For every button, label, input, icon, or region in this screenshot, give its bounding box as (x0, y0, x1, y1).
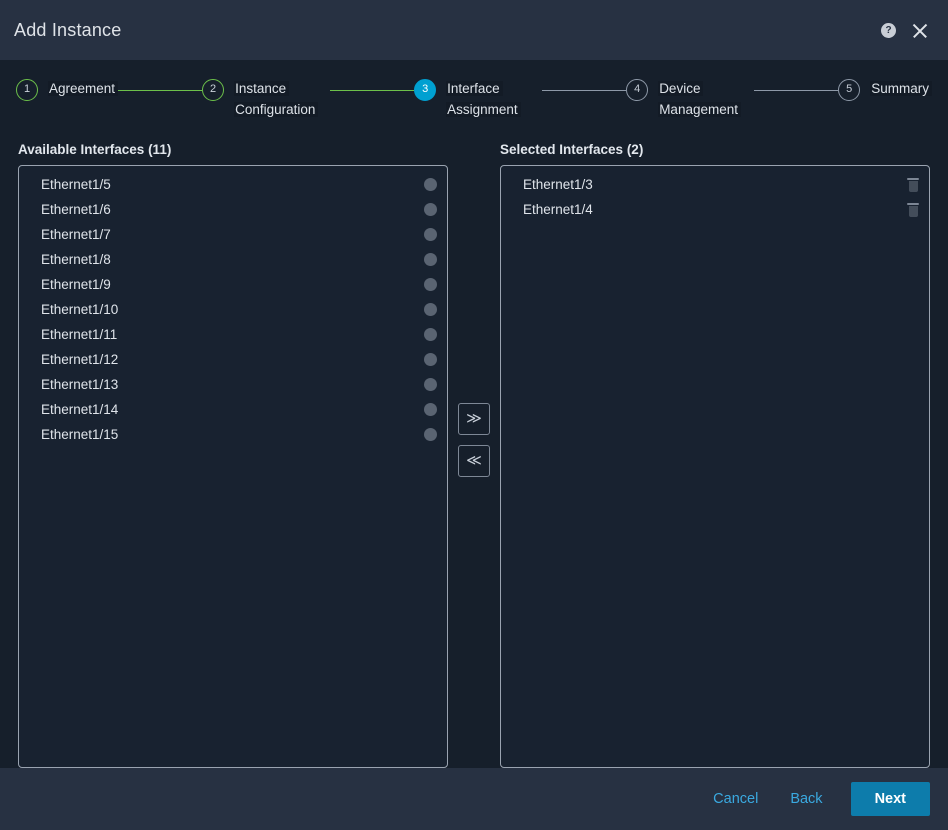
select-dot-icon[interactable] (424, 328, 437, 341)
select-dot-icon[interactable] (424, 178, 437, 191)
interface-assignment-content: Available Interfaces (11) Ethernet1/5 Eth… (0, 130, 948, 768)
interface-name: Ethernet1/15 (41, 427, 119, 442)
select-dot-icon[interactable] (424, 303, 437, 316)
selected-interfaces-title: Selected Interfaces (2) (500, 142, 644, 157)
selected-interfaces-panel: Selected Interfaces (2) Ethernet1/3 Ether… (500, 142, 930, 768)
select-dot-icon[interactable] (424, 378, 437, 391)
available-interfaces-list[interactable]: Ethernet1/5 Ethernet1/6 Ethernet1/7 Etherne… (18, 165, 448, 768)
select-dot-icon[interactable] (424, 428, 437, 441)
available-interface-row[interactable]: Ethernet1/14 (19, 397, 447, 422)
interface-name: Ethernet1/13 (41, 377, 119, 392)
interface-name: Ethernet1/6 (41, 202, 111, 217)
titlebar-actions: ? (881, 20, 930, 40)
interface-name: Ethernet1/4 (523, 202, 593, 217)
step-4-number: 4 (626, 79, 649, 101)
available-interface-row[interactable]: Ethernet1/12 (19, 347, 447, 372)
step-1-label: Agreement (48, 78, 119, 99)
select-dot-icon[interactable] (424, 353, 437, 366)
transfer-controls: ≫ ≪ (448, 142, 500, 768)
step-2-label: Instance Configuration (234, 78, 330, 120)
select-dot-icon[interactable] (424, 228, 437, 241)
wizard-stepper: 1 Agreement 2 Instance Configuration 3 I… (0, 60, 948, 130)
interface-name: Ethernet1/12 (41, 352, 119, 367)
select-dot-icon[interactable] (424, 253, 437, 266)
step-4-device-management[interactable]: 4 Device Management (626, 78, 754, 120)
step-connector-4-5 (754, 90, 839, 91)
close-icon[interactable] (910, 20, 930, 40)
dialog-title: Add Instance (14, 19, 122, 40)
move-right-button[interactable]: ≫ (458, 403, 490, 435)
dialog-titlebar: Add Instance ? (0, 0, 948, 60)
back-button[interactable]: Back (774, 783, 838, 815)
available-interfaces-title: Available Interfaces (11) (18, 142, 172, 157)
step-2-number: 2 (202, 79, 225, 101)
available-interface-row[interactable]: Ethernet1/5 (19, 172, 447, 197)
interface-name: Ethernet1/10 (41, 302, 119, 317)
interface-name: Ethernet1/11 (41, 327, 118, 342)
next-button[interactable]: Next (850, 782, 930, 816)
available-interface-row[interactable]: Ethernet1/10 (19, 297, 447, 322)
available-interface-row[interactable]: Ethernet1/7 (19, 222, 447, 247)
step-3-number: 3 (414, 79, 437, 101)
cancel-button[interactable]: Cancel (697, 783, 774, 815)
step-5-summary[interactable]: 5 Summary (838, 78, 932, 101)
available-interface-row[interactable]: Ethernet1/11 (19, 322, 447, 347)
trash-icon[interactable] (907, 177, 919, 192)
step-5-number: 5 (838, 79, 861, 101)
interface-name: Ethernet1/7 (41, 227, 111, 242)
interface-name: Ethernet1/5 (41, 177, 111, 192)
interface-name: Ethernet1/3 (523, 177, 593, 192)
selected-interfaces-list[interactable]: Ethernet1/3 Ethernet1/4 (500, 165, 930, 768)
available-interfaces-panel: Available Interfaces (11) Ethernet1/5 Eth… (18, 142, 448, 768)
select-dot-icon[interactable] (424, 403, 437, 416)
select-dot-icon[interactable] (424, 278, 437, 291)
available-interface-row[interactable]: Ethernet1/13 (19, 372, 447, 397)
help-circle-icon[interactable]: ? (881, 22, 896, 38)
interface-name: Ethernet1/9 (41, 277, 111, 292)
dialog-footer: Cancel Back Next (0, 768, 948, 830)
step-1-agreement[interactable]: 1 Agreement (16, 78, 119, 101)
selected-interface-row[interactable]: Ethernet1/3 (501, 172, 929, 197)
step-connector-3-4 (542, 90, 627, 91)
available-interface-row[interactable]: Ethernet1/8 (19, 247, 447, 272)
select-dot-icon[interactable] (424, 203, 437, 216)
interface-name: Ethernet1/14 (41, 402, 119, 417)
step-4-label: Device Management (658, 78, 754, 120)
selected-interface-row[interactable]: Ethernet1/4 (501, 197, 929, 222)
step-connector-2-3 (330, 90, 415, 91)
step-1-number: 1 (16, 79, 38, 101)
step-3-interface-assignment[interactable]: 3 Interface Assignment (414, 78, 542, 120)
step-3-label: Interface Assignment (446, 78, 542, 120)
interface-name: Ethernet1/8 (41, 252, 111, 267)
trash-icon[interactable] (907, 202, 919, 217)
available-interface-row[interactable]: Ethernet1/15 (19, 422, 447, 447)
add-instance-dialog: Add Instance ? 1 Agreement 2 Instance Co… (0, 0, 948, 830)
step-2-instance-configuration[interactable]: 2 Instance Configuration (202, 78, 330, 120)
move-left-button[interactable]: ≪ (458, 445, 490, 477)
available-interface-row[interactable]: Ethernet1/9 (19, 272, 447, 297)
step-5-label: Summary (870, 78, 932, 99)
step-connector-1-2 (118, 90, 203, 91)
available-interface-row[interactable]: Ethernet1/6 (19, 197, 447, 222)
